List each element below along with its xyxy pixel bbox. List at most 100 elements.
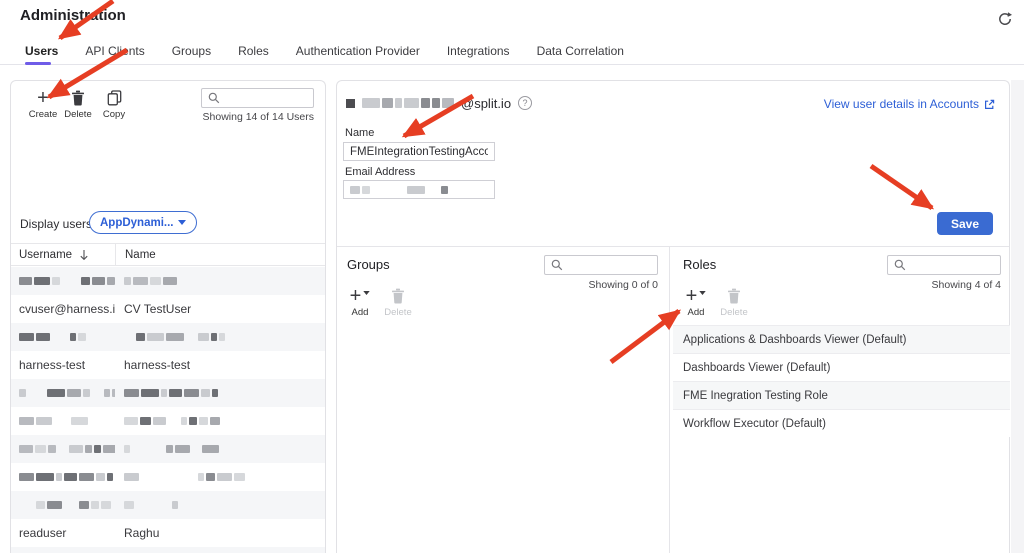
create-button-label: Create [25, 109, 61, 120]
tab-integrations[interactable]: Integrations [447, 38, 510, 64]
plus-icon: + [25, 89, 61, 106]
users-panel: + Create Delete Copy Showing 14 of 14 Us… [10, 80, 326, 553]
role-list-item[interactable]: FME Inegration Testing Role [673, 381, 1010, 409]
table-row[interactable]: harness-testharness-test [11, 351, 325, 379]
table-row[interactable] [11, 435, 325, 463]
table-row[interactable]: readuserRaghu [11, 519, 325, 547]
view-user-details-link[interactable]: View user details in Accounts [824, 97, 995, 111]
delete-role-button[interactable]: Delete [716, 287, 752, 318]
avatar [346, 99, 355, 108]
table-row[interactable] [11, 267, 325, 295]
redacted-email-value [350, 186, 464, 194]
table-row[interactable] [11, 379, 325, 407]
cell-name [115, 417, 325, 425]
copy-icon [96, 89, 132, 106]
roles-search-box [887, 255, 1001, 275]
groups-section-title: Groups [347, 257, 390, 272]
role-list-item[interactable]: Workflow Executor (Default) [673, 409, 1010, 437]
tab-bar: Users API Clients Groups Roles Authenticatio… [0, 38, 1024, 65]
tab-authentication-provider[interactable]: Authentication Provider [296, 38, 420, 64]
delete-user-button[interactable]: Delete [60, 89, 96, 120]
role-list-item[interactable]: Dashboards Viewer (Default) [673, 353, 1010, 381]
tab-label: API Clients [85, 44, 144, 58]
tab-label: Data Correlation [537, 44, 624, 58]
page-gutter [1011, 80, 1024, 553]
cell-name: CV TestUser [115, 302, 325, 316]
groups-count-status: Showing 0 of 0 [517, 279, 658, 291]
active-tab-underline [25, 62, 51, 65]
cell-name [115, 277, 325, 285]
tab-api-clients[interactable]: API Clients [85, 38, 144, 64]
roles-search-input[interactable] [910, 259, 995, 271]
redacted-email-local-part [362, 98, 454, 108]
refresh-icon[interactable] [995, 9, 1015, 29]
roles-list: Applications & Dashboards Viewer (Defaul… [673, 325, 1010, 437]
table-row[interactable] [11, 323, 325, 351]
copy-user-button[interactable]: Copy [96, 89, 132, 120]
delete-button-label: Delete [380, 307, 416, 318]
email-domain: @split.io [461, 96, 511, 111]
user-email-header: @split.io ? [346, 94, 532, 112]
delete-group-button[interactable]: Delete [380, 287, 416, 318]
add-group-button[interactable]: + Add [342, 287, 378, 318]
name-header-label: Name [125, 249, 156, 261]
tab-label: Users [25, 44, 58, 58]
tab-label: Authentication Provider [296, 44, 420, 58]
cell-name [115, 473, 325, 481]
add-button-label: Add [342, 307, 378, 318]
roles-section-title: Roles [683, 257, 716, 272]
cell-name [115, 389, 325, 397]
groups-search-box [544, 255, 658, 275]
email-input[interactable] [343, 180, 495, 199]
magnifier-icon [894, 259, 906, 271]
copy-button-label: Copy [96, 109, 132, 120]
plus-caret-icon: + [678, 287, 714, 304]
cell-username [11, 473, 115, 481]
name-field-label: Name [345, 127, 374, 139]
table-row[interactable]: cvuser@harness.ioCV TestUser [11, 295, 325, 323]
horizontal-divider [337, 246, 1009, 247]
caret-down-icon [178, 220, 186, 225]
tab-data-correlation[interactable]: Data Correlation [537, 38, 624, 64]
sort-arrow-down-icon [79, 249, 89, 261]
cell-username: harness-test [11, 358, 115, 372]
tab-users[interactable]: Users [25, 38, 58, 64]
table-row[interactable] [11, 407, 325, 435]
column-header-username[interactable]: Username [11, 249, 115, 261]
magnifier-icon [208, 92, 220, 104]
table-row[interactable] [11, 463, 325, 491]
delete-button-label: Delete [716, 307, 752, 318]
add-role-button[interactable]: + Add [678, 287, 714, 318]
create-user-button[interactable]: + Create [25, 89, 61, 120]
cell-username: readuser [11, 526, 115, 540]
external-link-icon [984, 99, 995, 110]
tab-label: Roles [238, 44, 269, 58]
question-circle-icon[interactable]: ? [518, 96, 532, 110]
users-search-input[interactable] [224, 92, 308, 104]
plus-caret-icon: + [342, 287, 378, 304]
cell-name: Raghu [115, 526, 325, 540]
tab-roles[interactable]: Roles [238, 38, 269, 64]
table-row[interactable] [11, 547, 325, 553]
table-row[interactable] [11, 491, 325, 519]
column-header-name[interactable]: Name [116, 249, 156, 261]
tab-groups[interactable]: Groups [172, 38, 211, 64]
dropdown-value: AppDynami... [100, 217, 173, 229]
cell-name [115, 501, 325, 509]
email-field-label: Email Address [345, 166, 415, 178]
cell-username: cvuser@harness.io [11, 302, 115, 316]
tab-label: Groups [172, 44, 211, 58]
cell-name [115, 333, 325, 341]
name-input[interactable] [343, 142, 495, 161]
role-list-item[interactable]: Applications & Dashboards Viewer (Defaul… [673, 325, 1010, 353]
users-count-status: Showing 14 of 14 Users [203, 111, 314, 123]
trash-icon [716, 287, 752, 304]
users-search-box [201, 88, 314, 108]
users-table-body: cvuser@harness.ioCV TestUser harness-test… [11, 267, 325, 553]
display-users-from-dropdown[interactable]: AppDynami... [89, 211, 197, 234]
groups-search-input[interactable] [567, 259, 652, 271]
view-link-label: View user details in Accounts [824, 97, 979, 111]
save-button[interactable]: Save [937, 212, 993, 235]
user-detail-panel: @split.io ? View user details in Account… [336, 80, 1010, 553]
roles-count-status: Showing 4 of 4 [860, 279, 1001, 291]
